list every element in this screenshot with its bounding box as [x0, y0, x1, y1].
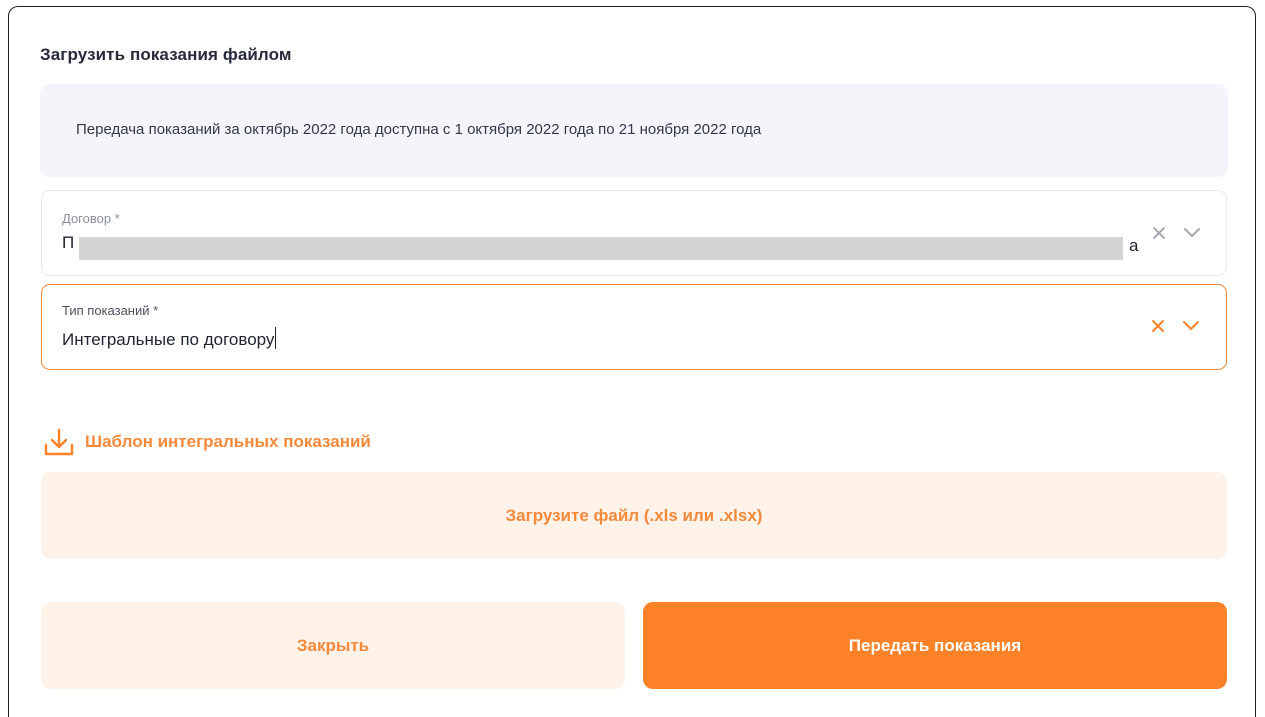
text-caret [275, 327, 277, 349]
file-upload-area[interactable]: Загрузите файл (.xls или .xlsx) [41, 472, 1227, 559]
notice-text: Передача показаний за октябрь 2022 года … [76, 121, 762, 138]
template-download-link[interactable]: Шаблон интегральных показаний [43, 427, 371, 457]
submit-readings-button[interactable]: Передать показания [643, 602, 1227, 689]
contract-value-tail: а [1129, 236, 1139, 255]
redacted-block [79, 237, 1123, 260]
upload-label: Загрузите файл (.xls или .xlsx) [505, 505, 763, 525]
chevron-down-icon[interactable] [1181, 222, 1203, 244]
chevron-down-icon[interactable] [1180, 315, 1202, 337]
contract-select[interactable]: Договор * П а [41, 190, 1227, 276]
dialog-title: Загрузить показания файлом [40, 45, 292, 64]
close-button[interactable]: Закрыть [41, 602, 625, 689]
reading-type-value-text: Интегральные по договору [62, 330, 275, 349]
download-icon [44, 428, 74, 456]
contract-label: Договор * [62, 211, 120, 226]
reading-type-value: Интегральные по договору [62, 327, 277, 350]
close-icon[interactable] [1147, 315, 1169, 337]
close-icon[interactable] [1148, 222, 1170, 244]
info-notice: Передача показаний за октябрь 2022 года … [40, 84, 1228, 177]
reading-type-label: Тип показаний * [62, 303, 159, 318]
template-link-label: Шаблон интегральных показаний [85, 432, 371, 451]
upload-readings-dialog: Загрузить показания файлом Передача пока… [8, 6, 1256, 717]
reading-type-select[interactable]: Тип показаний * Интегральные по договору [41, 284, 1227, 370]
contract-value: П [62, 233, 75, 252]
